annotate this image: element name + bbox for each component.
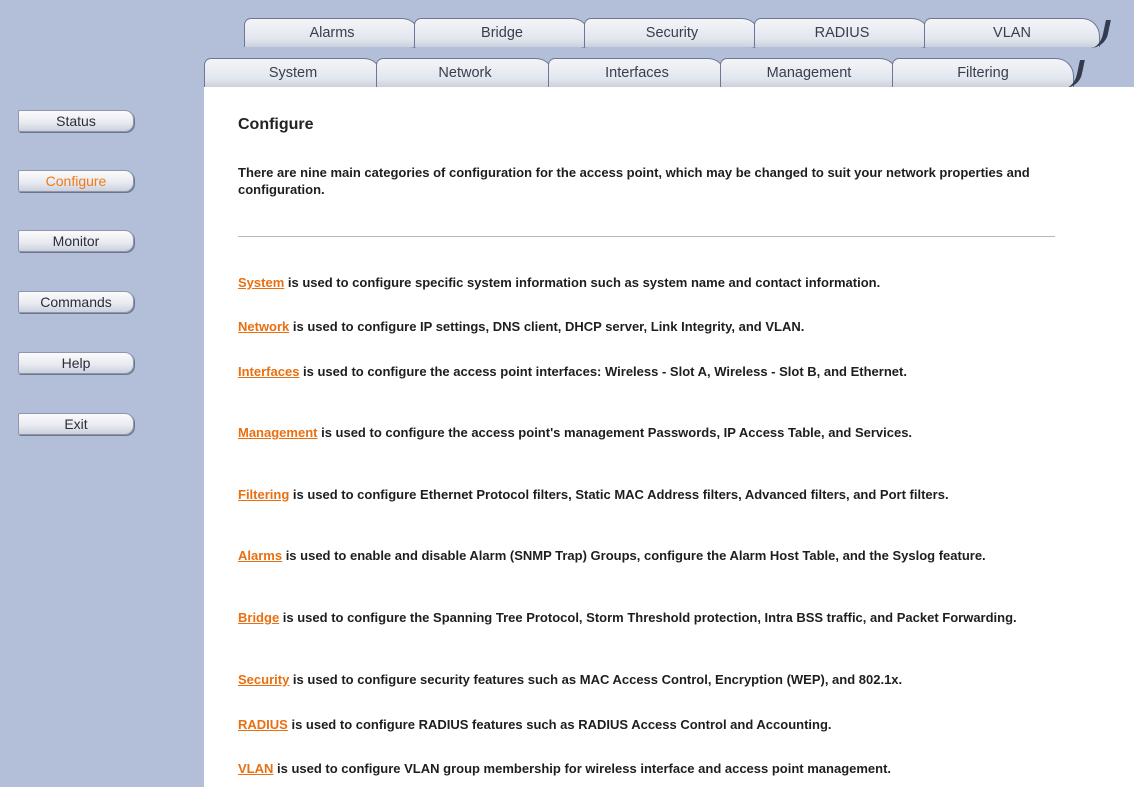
nav-commands-button[interactable]: Commands	[18, 291, 134, 313]
tab-filtering-label: Filtering	[957, 65, 1009, 81]
nav-status-button[interactable]: Status	[18, 110, 134, 132]
tab-network-label: Network	[438, 65, 492, 81]
tab-vlan-label: VLAN	[993, 25, 1031, 41]
nav-exit-button[interactable]: Exit	[18, 413, 134, 435]
tab-network[interactable]: Network	[376, 58, 565, 88]
page-title: Configure	[238, 116, 314, 133]
filtering-description: is used to configure Ethernet Protocol f…	[289, 487, 949, 502]
tab-bridge[interactable]: Bridge	[414, 18, 601, 48]
tab-security[interactable]: Security	[584, 18, 771, 48]
tab-management-label: Management	[766, 65, 852, 81]
list-item: Interfaces is used to configure the acce…	[238, 363, 1058, 380]
tab-vlan[interactable]: VLAN	[924, 18, 1111, 48]
alarms-description: is used to enable and disable Alarm (SNM…	[282, 548, 986, 563]
main-content: Configure There are nine main categories…	[204, 87, 1134, 787]
vlan-link[interactable]: VLAN	[238, 761, 273, 776]
tab-radius[interactable]: RADIUS	[754, 18, 941, 48]
nav-configure-button[interactable]: Configure	[18, 170, 134, 192]
tab-alarms[interactable]: Alarms	[244, 18, 431, 48]
radius-description: is used to configure RADIUS features suc…	[287, 717, 832, 732]
tab-system[interactable]: System	[204, 58, 393, 88]
bridge-link[interactable]: Bridge	[238, 610, 279, 625]
list-item: Bridge is used to configure the Spanning…	[238, 609, 1058, 626]
tab-row-bottom: System Network Interfaces Management Fil…	[204, 58, 1124, 88]
alarms-link[interactable]: Alarms	[238, 548, 282, 563]
tab-system-label: System	[268, 65, 318, 81]
tab-management[interactable]: Management	[720, 58, 909, 88]
list-item: Security is used to configure security f…	[238, 671, 1058, 688]
list-item: Alarms is used to enable and disable Ala…	[238, 547, 1058, 564]
tab-interfaces[interactable]: Interfaces	[548, 58, 737, 88]
list-item: RADIUS is used to configure RADIUS featu…	[238, 716, 1058, 733]
interfaces-link[interactable]: Interfaces	[238, 364, 299, 379]
tab-curl-icon	[1087, 20, 1111, 48]
security-description: is used to configure security features s…	[289, 672, 903, 687]
nav-monitor-button[interactable]: Monitor	[18, 230, 134, 252]
tab-curl-icon	[1061, 60, 1085, 88]
system-link[interactable]: System	[238, 275, 284, 290]
list-item: VLAN is used to configure VLAN group mem…	[238, 760, 1058, 777]
filtering-link[interactable]: Filtering	[238, 487, 289, 502]
network-link[interactable]: Network	[238, 319, 289, 334]
management-description: is used to configure the access point's …	[317, 425, 913, 440]
management-link[interactable]: Management	[238, 425, 317, 440]
tab-alarms-label: Alarms	[309, 25, 355, 41]
tab-filtering[interactable]: Filtering	[892, 58, 1085, 88]
bridge-description: is used to configure the Spanning Tree P…	[279, 610, 1017, 625]
tab-bridge-label: Bridge	[481, 25, 523, 41]
intro-text: There are nine main categories of config…	[238, 165, 1030, 197]
list-item: Network is used to configure IP settings…	[238, 318, 1058, 335]
list-item: Management is used to configure the acce…	[238, 424, 1058, 441]
list-item: System is used to configure specific sys…	[238, 274, 1058, 291]
tab-radius-label: RADIUS	[814, 25, 870, 41]
vlan-description: is used to configure VLAN group membersh…	[273, 761, 892, 776]
tab-security-label: Security	[645, 25, 699, 41]
tab-interfaces-label: Interfaces	[605, 65, 669, 81]
radius-link[interactable]: RADIUS	[238, 717, 288, 732]
nav-help-button[interactable]: Help	[18, 352, 134, 374]
system-description: is used to configure specific system inf…	[284, 275, 881, 290]
list-item: Filtering is used to configure Ethernet …	[238, 486, 1058, 503]
interfaces-description: is used to configure the access point in…	[299, 364, 907, 379]
security-link[interactable]: Security	[238, 672, 289, 687]
sidebar: Status Configure Monitor Commands Help E…	[0, 0, 204, 787]
tab-row-top: Alarms Bridge Security RADIUS VLAN	[244, 18, 1124, 48]
network-description: is used to configure IP settings, DNS cl…	[289, 319, 805, 334]
divider	[238, 236, 1055, 237]
